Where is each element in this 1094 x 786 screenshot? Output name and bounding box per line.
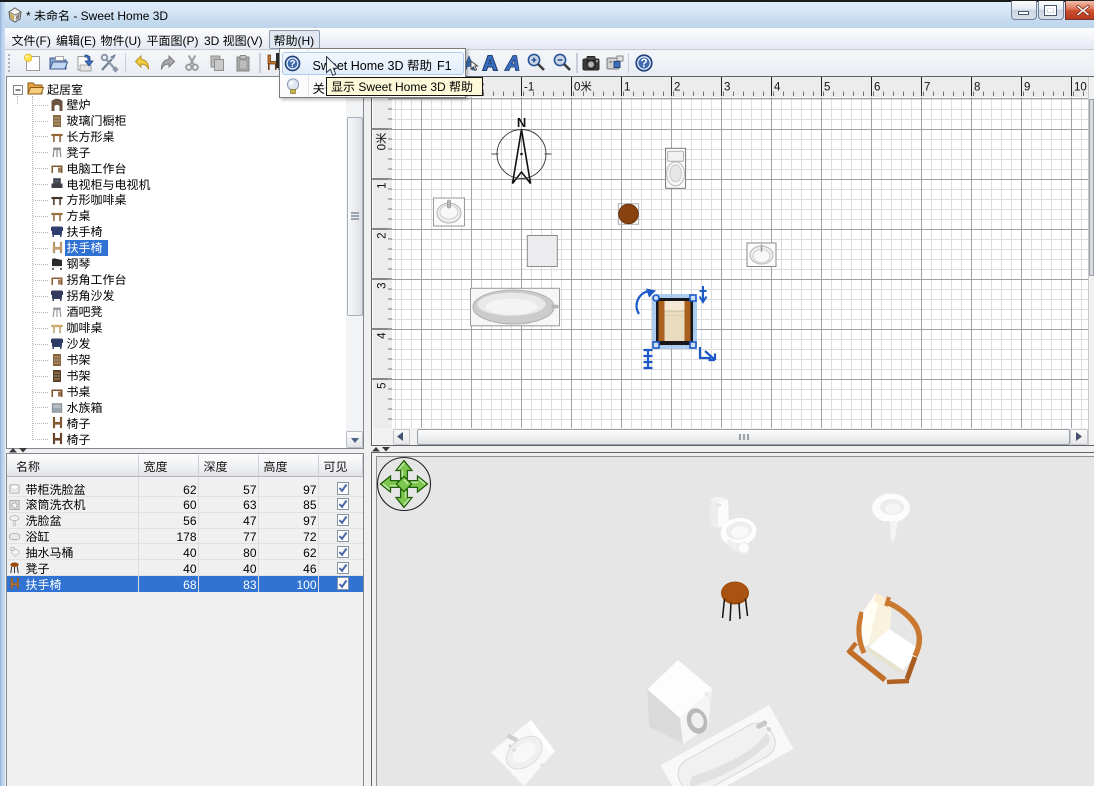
svg-text:?: ?: [640, 58, 647, 70]
svg-text:2: 2: [674, 79, 680, 95]
svg-text:10: 10: [1074, 79, 1087, 95]
svg-text:-1: -1: [524, 79, 534, 95]
svg-text:4: 4: [774, 79, 781, 95]
svg-text:7: 7: [924, 79, 930, 95]
svg-text:N: N: [517, 115, 526, 130]
svg-text:2: 2: [374, 233, 390, 239]
svg-text:4: 4: [374, 332, 390, 339]
svg-text:5: 5: [824, 79, 830, 95]
svg-text:0米: 0米: [374, 132, 390, 150]
svg-text:5: 5: [374, 383, 390, 389]
svg-text:3: 3: [724, 79, 730, 95]
svg-text:6: 6: [874, 79, 880, 95]
svg-text:8: 8: [974, 79, 980, 95]
svg-text:?: ?: [289, 59, 295, 70]
svg-text:9: 9: [1024, 79, 1030, 95]
svg-text:1: 1: [624, 79, 630, 95]
svg-text:3: 3: [374, 283, 390, 289]
svg-text:1: 1: [374, 183, 390, 189]
